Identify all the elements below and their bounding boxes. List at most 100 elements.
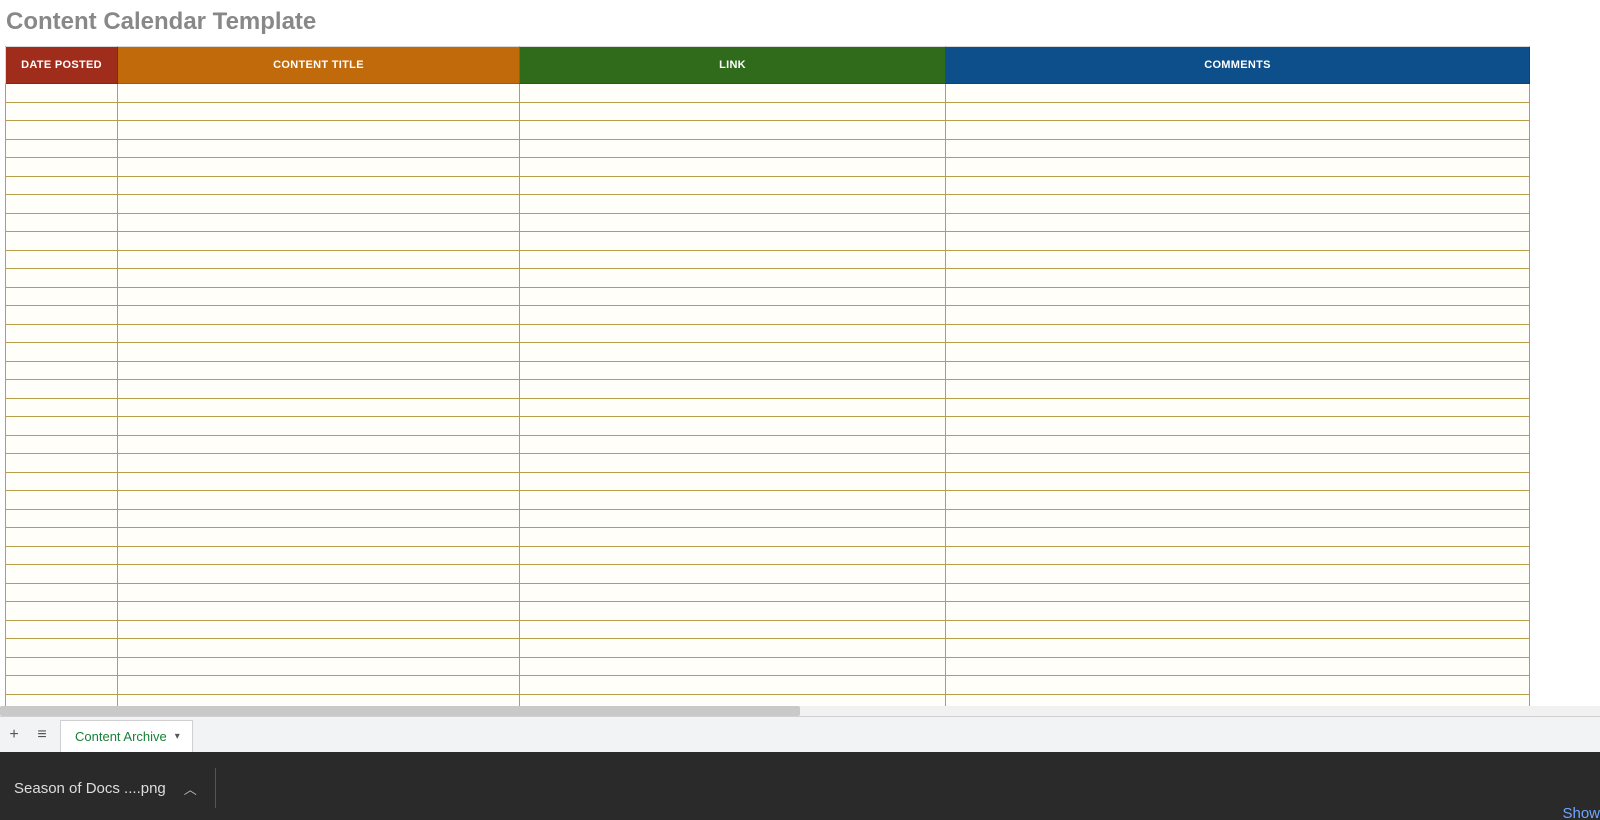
cell[interactable] xyxy=(6,269,118,288)
cell[interactable] xyxy=(946,158,1530,177)
table-row[interactable] xyxy=(6,324,1530,343)
cell[interactable] xyxy=(520,213,946,232)
cell[interactable] xyxy=(6,602,118,621)
cell[interactable] xyxy=(118,657,520,676)
cell[interactable] xyxy=(520,232,946,251)
cell[interactable] xyxy=(6,657,118,676)
cell[interactable] xyxy=(946,213,1530,232)
table-row[interactable] xyxy=(6,102,1530,121)
cell[interactable] xyxy=(520,398,946,417)
cell[interactable] xyxy=(520,620,946,639)
table-row[interactable] xyxy=(6,343,1530,362)
cell[interactable] xyxy=(946,195,1530,214)
cell[interactable] xyxy=(6,195,118,214)
cell[interactable] xyxy=(946,472,1530,491)
cell[interactable] xyxy=(118,509,520,528)
cell[interactable] xyxy=(946,121,1530,140)
cell[interactable] xyxy=(118,380,520,399)
table-row[interactable] xyxy=(6,84,1530,103)
cell[interactable] xyxy=(6,380,118,399)
cell[interactable] xyxy=(6,565,118,584)
table-row[interactable] xyxy=(6,676,1530,695)
spreadsheet[interactable]: DATE POSTEDCONTENT TITLELINKCOMMENTS xyxy=(0,46,1600,716)
cell[interactable] xyxy=(6,139,118,158)
cell[interactable] xyxy=(118,398,520,417)
table-row[interactable] xyxy=(6,213,1530,232)
content-table[interactable]: DATE POSTEDCONTENT TITLELINKCOMMENTS xyxy=(5,46,1530,713)
cell[interactable] xyxy=(118,232,520,251)
table-row[interactable] xyxy=(6,398,1530,417)
column-header[interactable]: DATE POSTED xyxy=(6,47,118,84)
cell[interactable] xyxy=(946,620,1530,639)
cell[interactable] xyxy=(6,528,118,547)
cell[interactable] xyxy=(118,250,520,269)
cell[interactable] xyxy=(946,639,1530,658)
cell[interactable] xyxy=(946,546,1530,565)
cell[interactable] xyxy=(6,472,118,491)
cell[interactable] xyxy=(118,84,520,103)
cell[interactable] xyxy=(118,602,520,621)
cell[interactable] xyxy=(6,213,118,232)
table-row[interactable] xyxy=(6,620,1530,639)
cell[interactable] xyxy=(118,472,520,491)
cell[interactable] xyxy=(520,546,946,565)
cell[interactable] xyxy=(520,583,946,602)
table-row[interactable] xyxy=(6,639,1530,658)
cell[interactable] xyxy=(946,250,1530,269)
cell[interactable] xyxy=(520,472,946,491)
table-row[interactable] xyxy=(6,565,1530,584)
cell[interactable] xyxy=(520,602,946,621)
table-row[interactable] xyxy=(6,454,1530,473)
cell[interactable] xyxy=(118,676,520,695)
cell[interactable] xyxy=(520,250,946,269)
cell[interactable] xyxy=(520,306,946,325)
table-row[interactable] xyxy=(6,602,1530,621)
cell[interactable] xyxy=(6,361,118,380)
cell[interactable] xyxy=(520,324,946,343)
cell[interactable] xyxy=(118,491,520,510)
download-filename[interactable]: Season of Docs ....png xyxy=(14,780,166,797)
cell[interactable] xyxy=(946,343,1530,362)
cell[interactable] xyxy=(520,102,946,121)
cell[interactable] xyxy=(946,435,1530,454)
cell[interactable] xyxy=(946,528,1530,547)
cell[interactable] xyxy=(6,324,118,343)
cell[interactable] xyxy=(946,361,1530,380)
cell[interactable] xyxy=(118,287,520,306)
cell[interactable] xyxy=(520,528,946,547)
cell[interactable] xyxy=(946,232,1530,251)
cell[interactable] xyxy=(520,121,946,140)
add-sheet-button[interactable]: + xyxy=(4,725,24,745)
table-row[interactable] xyxy=(6,361,1530,380)
cell[interactable] xyxy=(946,676,1530,695)
cell[interactable] xyxy=(520,84,946,103)
column-header[interactable]: COMMENTS xyxy=(946,47,1530,84)
cell[interactable] xyxy=(118,324,520,343)
cell[interactable] xyxy=(6,121,118,140)
cell[interactable] xyxy=(6,417,118,436)
table-row[interactable] xyxy=(6,306,1530,325)
cell[interactable] xyxy=(6,509,118,528)
table-row[interactable] xyxy=(6,509,1530,528)
cell[interactable] xyxy=(118,195,520,214)
all-sheets-button[interactable]: ≡ xyxy=(32,725,52,745)
table-row[interactable] xyxy=(6,583,1530,602)
cell[interactable] xyxy=(118,435,520,454)
cell[interactable] xyxy=(946,565,1530,584)
table-row[interactable] xyxy=(6,546,1530,565)
cell[interactable] xyxy=(118,139,520,158)
table-row[interactable] xyxy=(6,269,1530,288)
cell[interactable] xyxy=(520,676,946,695)
cell[interactable] xyxy=(118,565,520,584)
cell[interactable] xyxy=(118,454,520,473)
column-header[interactable]: CONTENT TITLE xyxy=(118,47,520,84)
scrollbar-thumb[interactable] xyxy=(0,706,800,716)
cell[interactable] xyxy=(6,435,118,454)
chevron-up-icon[interactable]: ︿ xyxy=(184,779,197,798)
cell[interactable] xyxy=(520,417,946,436)
cell[interactable] xyxy=(520,435,946,454)
table-row[interactable] xyxy=(6,491,1530,510)
cell[interactable] xyxy=(520,139,946,158)
cell[interactable] xyxy=(520,176,946,195)
cell[interactable] xyxy=(118,546,520,565)
